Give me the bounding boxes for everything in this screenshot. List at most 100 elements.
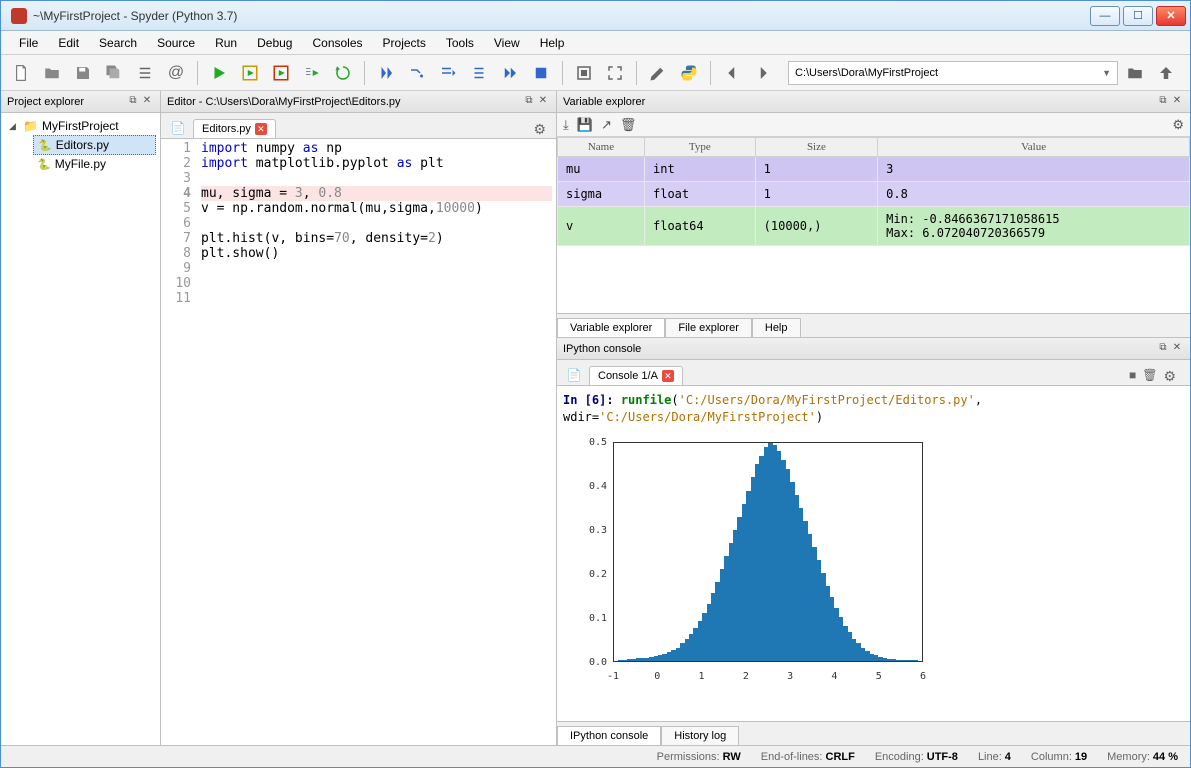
close-pane-button[interactable]: ✕: [536, 95, 550, 109]
project-explorer-pane: Project explorer ⧉ ✕ ◢ 📁 MyFirstProject …: [1, 91, 161, 745]
tab-list-button[interactable]: 📄: [167, 118, 189, 138]
menu-edit[interactable]: Edit: [48, 33, 89, 53]
tab-list-button[interactable]: 📄: [563, 365, 585, 385]
menu-consoles[interactable]: Consoles: [302, 33, 372, 53]
close-tab-icon[interactable]: ✕: [662, 370, 674, 382]
working-directory-input[interactable]: C:\Users\Dora\MyFirstProject ▼: [788, 61, 1118, 85]
plot-output: 0.00.10.20.30.40.5-10123456: [563, 436, 1184, 688]
maximize-button[interactable]: ☐: [1123, 6, 1153, 26]
tree-file[interactable]: 🐍 Editors.py: [33, 135, 156, 155]
variable-explorer-pane: Variable explorer ⧉ ✕ ⤓ 💾 ↗ 🗑 ⚙ NameType…: [557, 91, 1190, 338]
step-into-button[interactable]: [434, 59, 462, 87]
undock-button[interactable]: ⧉: [522, 95, 536, 109]
menu-projects[interactable]: Projects: [373, 33, 436, 53]
debug-button[interactable]: [372, 59, 400, 87]
menu-tools[interactable]: Tools: [436, 33, 484, 53]
clear-data-button[interactable]: 🗑: [620, 117, 637, 133]
menu-search[interactable]: Search: [89, 33, 147, 53]
save-button[interactable]: [69, 59, 97, 87]
close-pane-button[interactable]: ✕: [1170, 95, 1184, 109]
parent-dir-button[interactable]: [1152, 59, 1180, 87]
save-all-button[interactable]: [100, 59, 128, 87]
run-cell-button[interactable]: [236, 59, 264, 87]
gear-icon[interactable]: ⚙: [1172, 117, 1184, 133]
variable-table[interactable]: NameTypeSizeValuemuint13sigmafloat10.8vf…: [557, 137, 1190, 313]
stop-button[interactable]: [527, 59, 555, 87]
gear-icon[interactable]: ⚙: [533, 121, 550, 138]
clear-console-button[interactable]: 🗑: [1142, 368, 1157, 385]
chevron-down-icon: ▼: [1102, 68, 1111, 78]
undock-button[interactable]: ⧉: [1156, 342, 1170, 356]
step-out-button[interactable]: [465, 59, 493, 87]
editor-pane: Editor - C:\Users\Dora\MyFirstProject\Ed…: [161, 91, 557, 745]
project-explorer-header: Project explorer ⧉ ✕: [1, 91, 160, 113]
variable-row[interactable]: muint13: [558, 157, 1190, 182]
gear-icon[interactable]: ⚙: [1163, 368, 1180, 385]
list-button[interactable]: [131, 59, 159, 87]
step-over-button[interactable]: [403, 59, 431, 87]
run-button[interactable]: [205, 59, 233, 87]
stop-kernel-button[interactable]: ■: [1129, 368, 1136, 385]
main-toolbar: @ C:\Users\Dora\MyFirstProject ▼: [1, 55, 1190, 91]
app-window: ~\MyFirstProject - Spyder (Python 3.7) —…: [0, 0, 1191, 768]
ipython-header: IPython console ⧉ ✕: [557, 338, 1190, 360]
new-file-button[interactable]: [7, 59, 35, 87]
python-path-button[interactable]: [675, 59, 703, 87]
editor-tabs: 📄 Editors.py ✕ ⚙: [161, 113, 556, 139]
maximize-pane-button[interactable]: [570, 59, 598, 87]
menubar: FileEditSearchSourceRunDebugConsolesProj…: [1, 31, 1190, 55]
menu-source[interactable]: Source: [147, 33, 205, 53]
python-file-icon: 🐍: [37, 158, 51, 171]
tab-help[interactable]: Help: [752, 318, 801, 337]
close-pane-button[interactable]: ✕: [1170, 342, 1184, 356]
ipython-console-pane: IPython console ⧉ ✕ 📄 Console 1/A ✕ ■ 🗑 …: [557, 338, 1190, 745]
tab-variable-explorer[interactable]: Variable explorer: [557, 318, 665, 337]
tree-root[interactable]: ◢ 📁 MyFirstProject: [5, 117, 156, 135]
tab-file-explorer[interactable]: File explorer: [665, 318, 752, 337]
browse-dir-button[interactable]: [1121, 59, 1149, 87]
chevron-down-icon: ◢: [9, 121, 19, 132]
close-tab-icon[interactable]: ✕: [255, 123, 267, 135]
editor-tab[interactable]: Editors.py ✕: [193, 119, 276, 138]
folder-icon: 📁: [23, 119, 38, 133]
save-data-as-button[interactable]: ↗: [601, 117, 612, 133]
close-button[interactable]: ✕: [1156, 6, 1186, 26]
nav-forward-button[interactable]: [749, 59, 777, 87]
statusbar: Permissions:RW End-of-lines:CRLF Encodin…: [1, 745, 1190, 767]
run-cell-advance-button[interactable]: [267, 59, 295, 87]
run-selection-button[interactable]: [298, 59, 326, 87]
rerun-button[interactable]: [329, 59, 357, 87]
variable-explorer-toolbar: ⤓ 💾 ↗ 🗑 ⚙: [557, 113, 1190, 137]
editor-header: Editor - C:\Users\Dora\MyFirstProject\Ed…: [161, 91, 556, 113]
variable-explorer-bottom-tabs: Variable explorerFile explorerHelp: [557, 313, 1190, 337]
fullscreen-button[interactable]: [601, 59, 629, 87]
console-tab[interactable]: Console 1/A ✕: [589, 366, 683, 385]
at-button[interactable]: @: [162, 59, 190, 87]
open-file-button[interactable]: [38, 59, 66, 87]
window-title: ~\MyFirstProject - Spyder (Python 3.7): [33, 9, 1090, 23]
menu-view[interactable]: View: [484, 33, 530, 53]
tab-ipython-console[interactable]: IPython console: [557, 726, 661, 745]
code-editor[interactable]: 1234567891011 import numpy as npimport m…: [161, 139, 556, 745]
tab-history-log[interactable]: History log: [661, 726, 739, 745]
variable-row[interactable]: sigmafloat10.8: [558, 182, 1190, 207]
preferences-button[interactable]: [644, 59, 672, 87]
menu-run[interactable]: Run: [205, 33, 247, 53]
menu-file[interactable]: File: [9, 33, 48, 53]
nav-back-button[interactable]: [718, 59, 746, 87]
import-data-button[interactable]: ⤓: [563, 117, 569, 133]
titlebar: ~\MyFirstProject - Spyder (Python 3.7) —…: [1, 1, 1190, 31]
tree-file[interactable]: 🐍 MyFile.py: [33, 155, 156, 173]
console-output[interactable]: In [6]: runfile('C:/Users/Dora/MyFirstPr…: [557, 386, 1190, 721]
save-data-button[interactable]: 💾: [577, 117, 593, 133]
variable-row[interactable]: vfloat64(10000,)Min: -0.8466367171058615…: [558, 207, 1190, 246]
console-tabs: 📄 Console 1/A ✕ ■ 🗑 ⚙: [557, 360, 1190, 386]
close-pane-button[interactable]: ✕: [140, 95, 154, 109]
continue-button[interactable]: [496, 59, 524, 87]
undock-button[interactable]: ⧉: [126, 95, 140, 109]
menu-debug[interactable]: Debug: [247, 33, 302, 53]
minimize-button[interactable]: —: [1090, 6, 1120, 26]
variable-explorer-header: Variable explorer ⧉ ✕: [557, 91, 1190, 113]
menu-help[interactable]: Help: [530, 33, 575, 53]
undock-button[interactable]: ⧉: [1156, 95, 1170, 109]
